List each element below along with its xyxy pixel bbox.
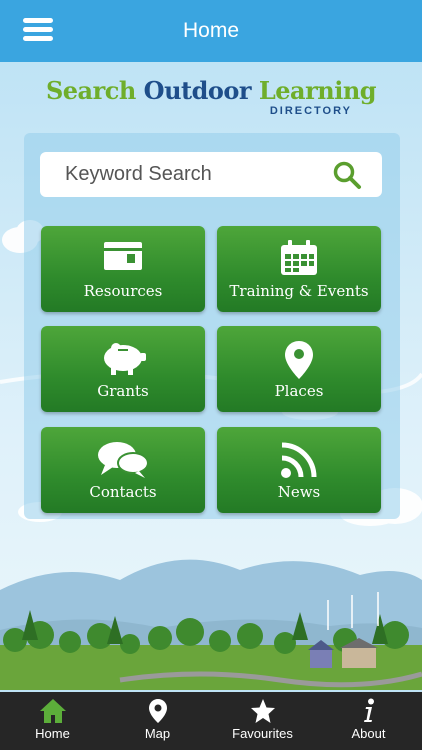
tile-label: Contacts [89,483,157,501]
speech-bubbles-icon [98,442,149,478]
tile-places[interactable]: Places [217,326,381,412]
tab-map[interactable]: Map [105,692,210,750]
home-icon [39,699,66,723]
card-icon [104,242,142,270]
star-icon [250,699,275,723]
tile-label: Grants [97,382,149,400]
app-logo: Search Outdoor Learning DIRECTORY [0,76,422,117]
landscape-illustration [0,559,422,690]
tile-news[interactable]: News [217,427,381,513]
tile-label: Places [274,382,324,400]
piggy-bank-icon [104,343,146,375]
logo-word-outdoor: Outdoor [143,76,252,105]
page-title: Home [182,19,240,42]
info-icon [363,698,374,722]
tile-contacts[interactable]: Contacts [41,427,205,513]
tab-label: Home [35,726,70,741]
bottom-tab-bar: Home Map Favourites About [0,692,422,750]
tab-label: About [351,726,386,741]
tile-label: News [277,483,321,501]
logo-word-search: Search [45,76,136,105]
map-pin-icon [148,699,167,723]
tile-label: Training & Events [229,282,369,300]
tile-training-events[interactable]: Training & Events [217,226,381,312]
tile-resources[interactable]: Resources [41,226,205,312]
tab-about[interactable]: About [315,692,422,750]
search-icon[interactable] [332,160,362,190]
tab-label: Map [144,726,171,741]
map-pin-icon [285,341,313,379]
calendar-icon [281,240,317,275]
rss-icon [281,442,317,478]
tab-favourites[interactable]: Favourites [210,692,315,750]
search-placeholder: Keyword Search [65,163,212,185]
tab-label: Favourites [232,726,293,741]
logo-subtitle: DIRECTORY [269,105,352,117]
tab-home[interactable]: Home [0,692,105,750]
tile-grants[interactable]: Grants [41,326,205,412]
top-bar: Home [0,0,422,62]
tile-label: Resources [83,282,163,300]
search-field[interactable]: Keyword Search [40,152,382,197]
logo-word-learning: Learning [258,76,377,105]
